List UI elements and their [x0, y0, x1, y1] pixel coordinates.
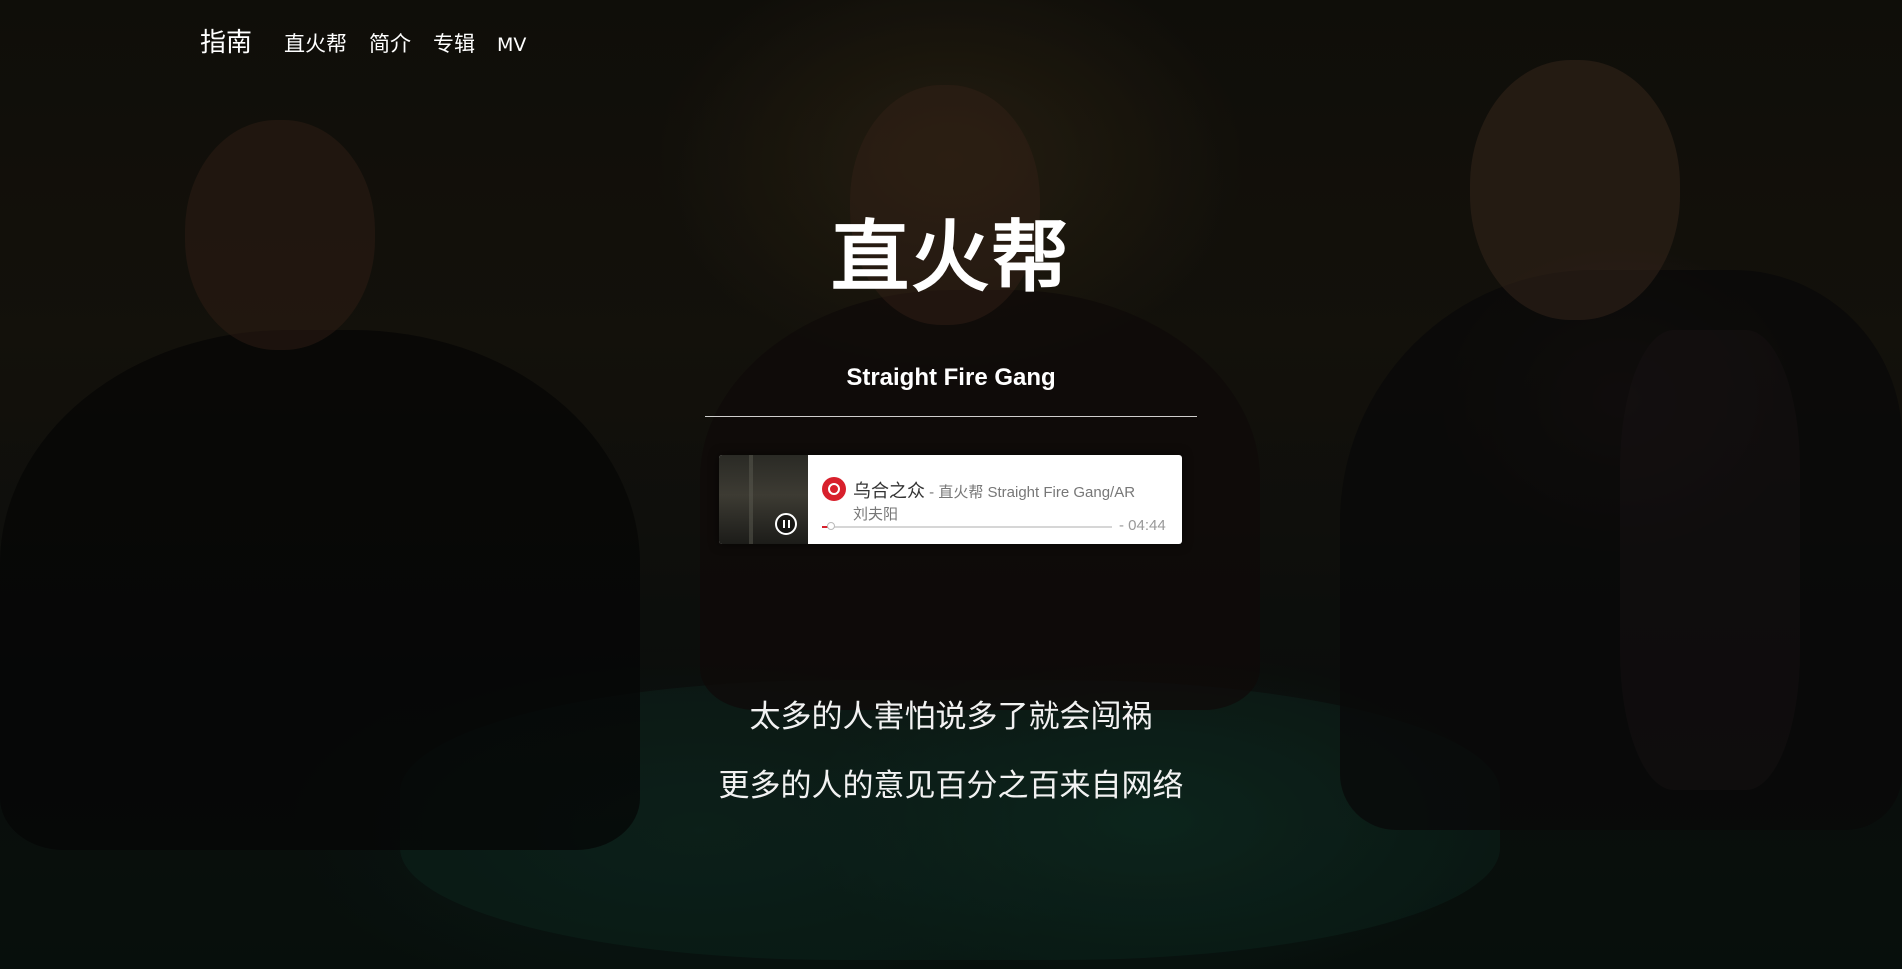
nav-link-group[interactable]: 直火帮: [284, 28, 347, 58]
song-title[interactable]: 乌合之众: [853, 481, 925, 502]
netease-music-icon[interactable]: [822, 477, 846, 501]
album-cover: [719, 455, 808, 544]
nav-link-intro[interactable]: 简介: [369, 28, 411, 58]
progress-bar[interactable]: [822, 522, 1112, 530]
progress-handle[interactable]: [826, 522, 835, 530]
song-info: 乌合之众 - 直火帮 Straight Fire Gang/AR: [853, 477, 1173, 503]
lyric-line: 更多的人的意见百分之百来自网络: [718, 768, 1184, 804]
title-divider: [705, 416, 1197, 417]
time-remaining: - 04:44: [1119, 517, 1166, 534]
lyric-line: 太多的人害怕说多了就会闯祸: [749, 699, 1153, 735]
nav-link-albums[interactable]: 专辑: [433, 28, 475, 58]
nav-link-mv[interactable]: MV: [497, 34, 526, 56]
music-player: 乌合之众 - 直火帮 Straight Fire Gang/AR 刘夫阳 - 0…: [719, 455, 1182, 544]
brand-link[interactable]: 指南: [200, 22, 252, 59]
pause-icon[interactable]: [775, 513, 797, 535]
song-artist: - 直火帮 Straight Fire Gang/AR: [925, 484, 1136, 501]
song-artist-continued: 刘夫阳: [853, 505, 899, 523]
top-nav: 指南 直火帮 简介 专辑 MV: [200, 22, 548, 59]
page-title: 直火帮: [830, 213, 1071, 303]
page-subtitle: Straight Fire Gang: [846, 364, 1056, 391]
